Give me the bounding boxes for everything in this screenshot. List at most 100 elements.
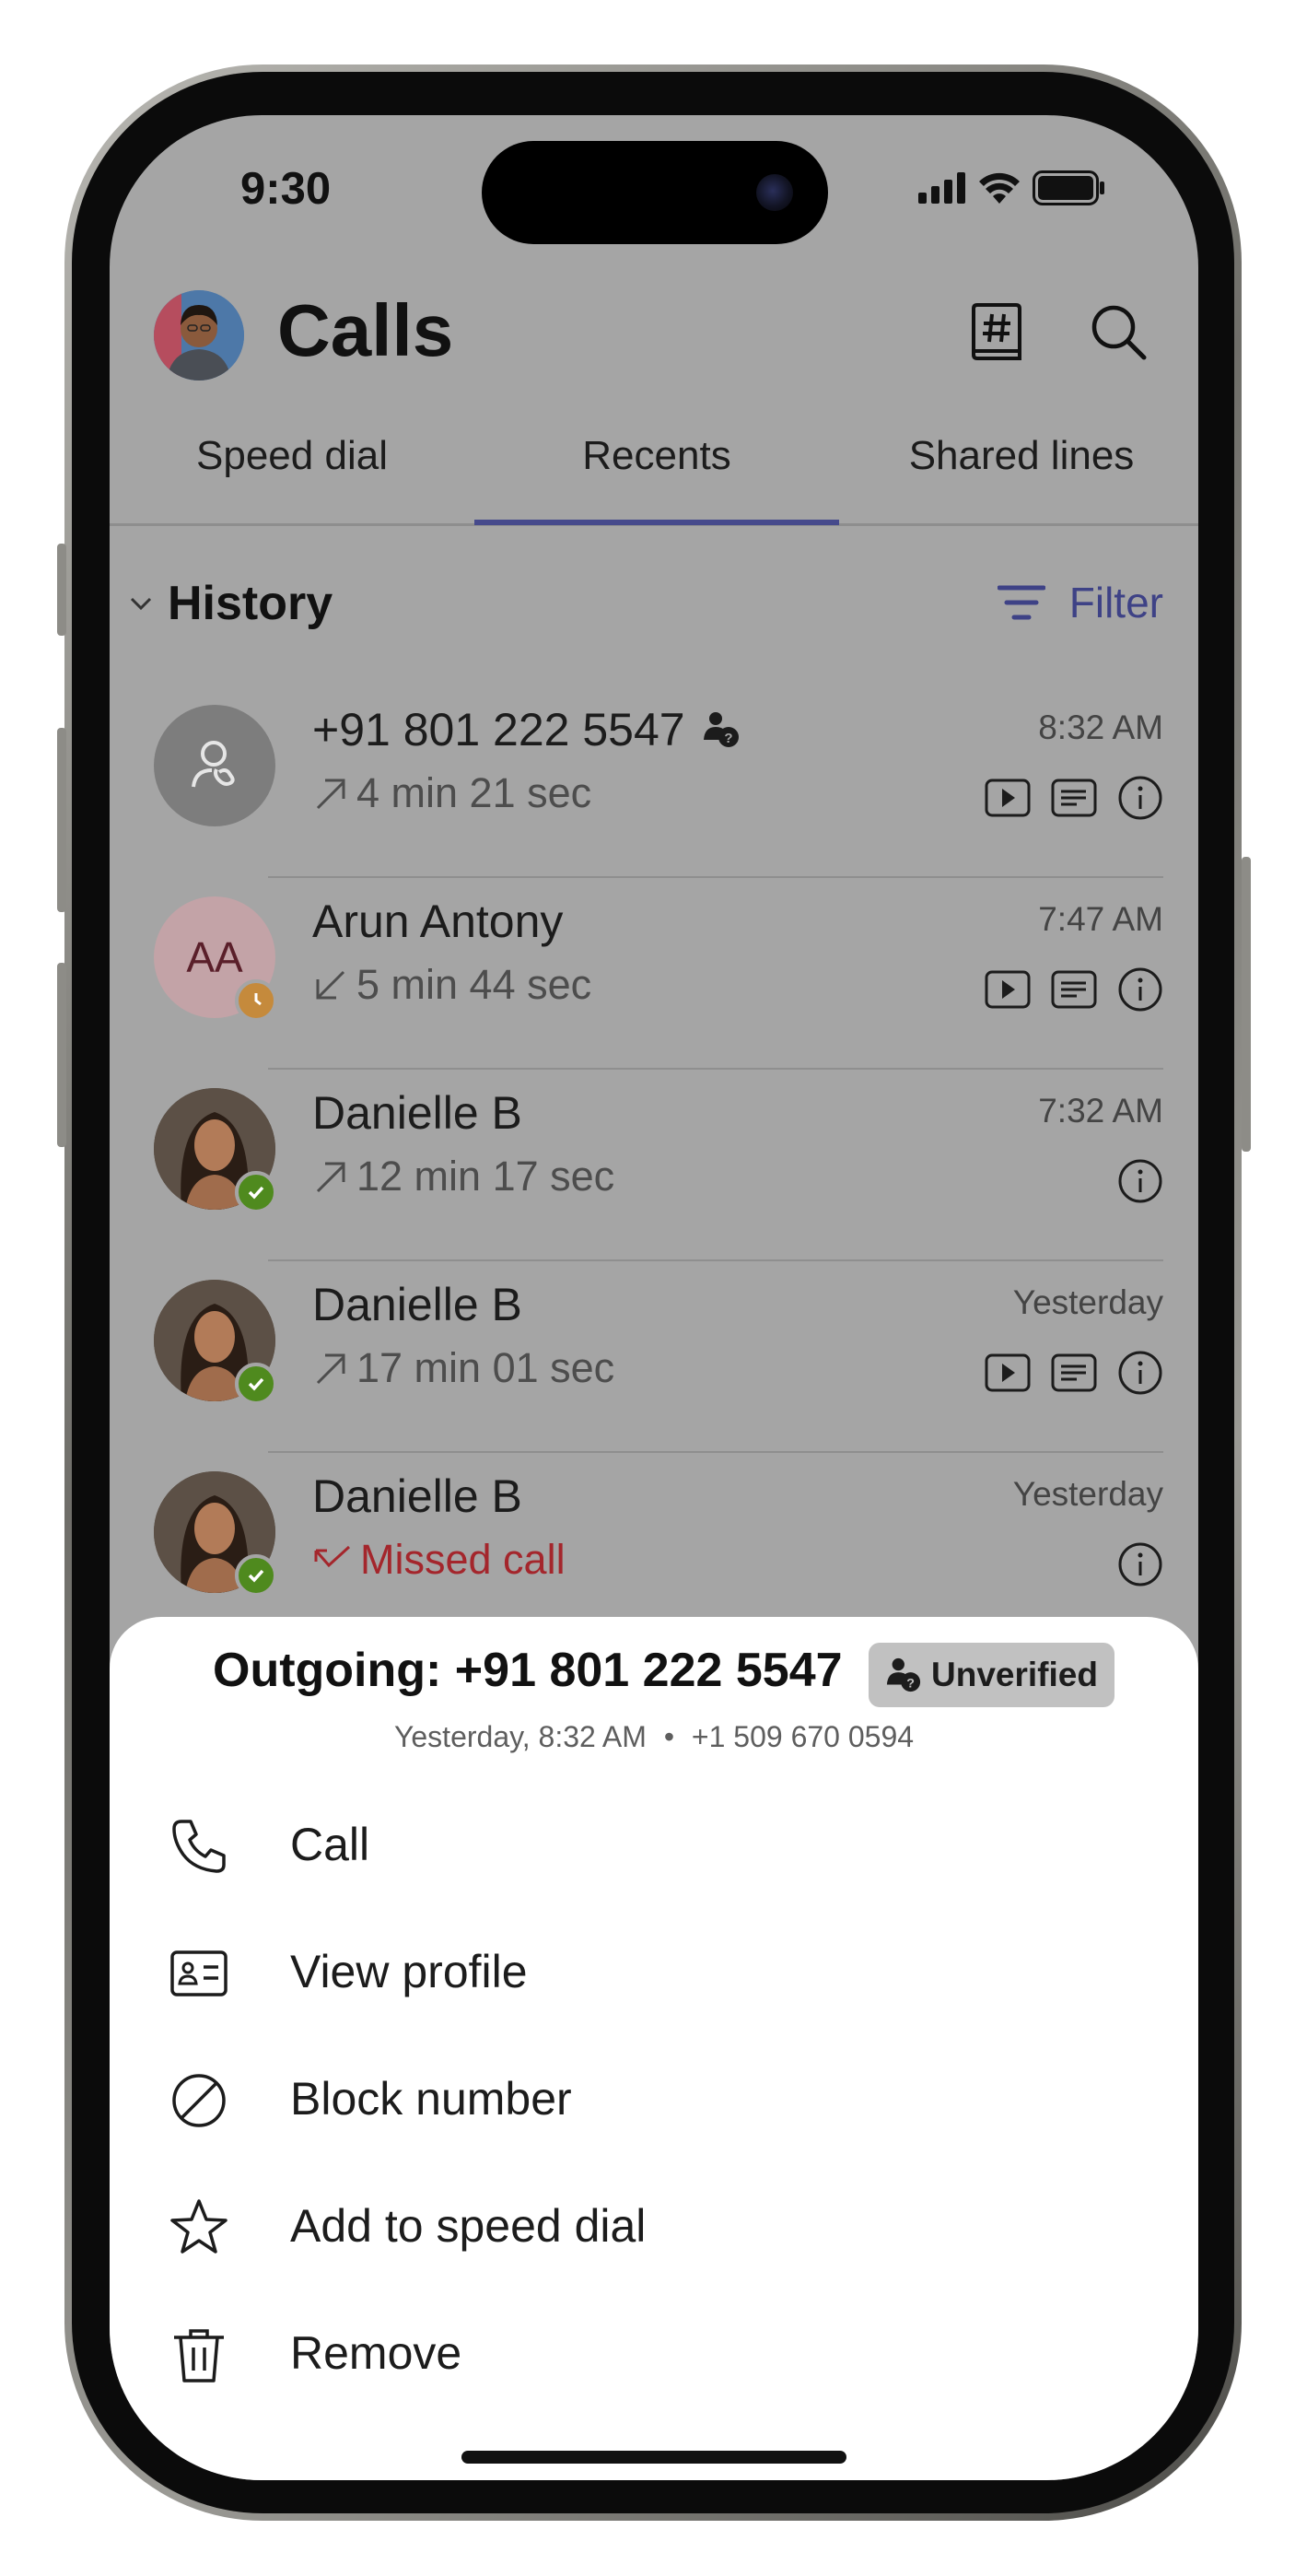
call-duration: 17 min 01 sec bbox=[356, 1344, 615, 1391]
call-time: 8:32 AM bbox=[1038, 708, 1163, 746]
menu-item-call[interactable]: Call bbox=[110, 1786, 1198, 1897]
menu-item-block-number[interactable]: Block number bbox=[110, 2041, 1198, 2151]
row-actions bbox=[985, 775, 1163, 821]
call-duration: 5 min 44 sec bbox=[356, 961, 592, 1008]
phone-person-icon bbox=[192, 741, 235, 788]
call-time: 7:47 AM bbox=[1038, 900, 1163, 938]
call-time: Yesterday bbox=[1012, 1475, 1163, 1513]
contact-name: Danielle B bbox=[312, 1087, 522, 1139]
incoming-arrow-icon bbox=[316, 970, 345, 1000]
row-actions bbox=[985, 966, 1163, 1013]
status-icons bbox=[918, 170, 1106, 205]
unverified-badge: ? Unverified bbox=[869, 1643, 1114, 1707]
dynamic-island bbox=[482, 141, 828, 244]
info-icon[interactable] bbox=[1117, 775, 1163, 821]
call-history-row[interactable]: AA Arun Antony 5 min 44 sec 7:47 AM bbox=[110, 878, 1198, 1070]
dialpad-hash-icon[interactable] bbox=[964, 299, 1029, 364]
presence-available-icon bbox=[235, 1171, 277, 1213]
info-icon[interactable] bbox=[1117, 1541, 1163, 1587]
contact-avatar bbox=[154, 705, 275, 826]
block-icon bbox=[172, 2074, 226, 2127]
tab-recents[interactable]: Recents bbox=[474, 433, 839, 479]
outgoing-arrow-icon bbox=[316, 1162, 345, 1193]
sheet-subtitle: Yesterday, 8:32 AM • +1 509 670 0594 bbox=[110, 1720, 1198, 1754]
volume-up-button bbox=[57, 728, 66, 912]
badge-label: Unverified bbox=[931, 1656, 1098, 1693]
call-detail: 17 min 01 sec bbox=[312, 1344, 614, 1392]
call-duration: 12 min 17 sec bbox=[356, 1153, 615, 1200]
contact-name: Danielle B bbox=[312, 1279, 522, 1330]
call-duration: 4 min 21 sec bbox=[356, 769, 592, 816]
phone-icon bbox=[172, 1820, 226, 1873]
history-heading[interactable]: History bbox=[168, 576, 333, 631]
trash-icon bbox=[174, 2329, 224, 2383]
filter-icon bbox=[997, 585, 1045, 620]
action-button bbox=[57, 544, 66, 636]
call-history-row[interactable]: Danielle B 17 min 01 sec Yesterday bbox=[110, 1261, 1198, 1453]
outgoing-arrow-icon bbox=[316, 779, 345, 810]
menu-item-add-speed-dial[interactable]: Add to speed dial bbox=[110, 2168, 1198, 2278]
signal-icon bbox=[918, 172, 965, 204]
contact-number: +91 801 222 5547 bbox=[312, 704, 685, 755]
menu-label: Block number bbox=[290, 2073, 572, 2125]
phone-screen: 9:30 Calls Speed dial Recents Shared lin… bbox=[110, 115, 1198, 2480]
call-detail: 5 min 44 sec bbox=[312, 961, 591, 1009]
call-time: 7:32 AM bbox=[1038, 1092, 1163, 1130]
search-icon[interactable] bbox=[1086, 299, 1150, 364]
row-actions bbox=[1117, 1158, 1163, 1204]
home-indicator[interactable] bbox=[461, 2451, 846, 2464]
row-actions bbox=[1117, 1541, 1163, 1587]
missed-call-label: Missed call bbox=[360, 1536, 566, 1583]
contact-name: Arun Antony bbox=[312, 896, 564, 947]
menu-item-remove[interactable]: Remove bbox=[110, 2295, 1198, 2406]
transcript-icon[interactable] bbox=[1051, 1353, 1097, 1392]
status-time: 9:30 bbox=[240, 164, 332, 214]
call-detail: 4 min 21 sec bbox=[312, 769, 591, 817]
star-icon bbox=[170, 2199, 228, 2254]
row-actions bbox=[985, 1350, 1163, 1396]
tab-speed-dial[interactable]: Speed dial bbox=[110, 433, 474, 479]
filter-button[interactable]: Filter bbox=[997, 578, 1163, 627]
menu-label: Remove bbox=[290, 2327, 462, 2379]
menu-label: Add to speed dial bbox=[290, 2200, 647, 2252]
call-history-row[interactable]: Danielle B 12 min 17 sec 7:32 AM bbox=[110, 1070, 1198, 1261]
sheet-title: Outgoing: +91 801 222 5547 bbox=[213, 1644, 843, 1697]
play-icon[interactable] bbox=[985, 970, 1031, 1009]
contact-card-icon bbox=[170, 1950, 228, 1996]
svg-text:?: ? bbox=[906, 1676, 915, 1691]
menu-label: Call bbox=[290, 1819, 370, 1870]
unverified-icon: ? bbox=[886, 1657, 921, 1692]
call-time: Yesterday bbox=[1012, 1283, 1163, 1321]
info-icon[interactable] bbox=[1117, 1350, 1163, 1396]
info-icon[interactable] bbox=[1117, 966, 1163, 1013]
tab-shared-lines[interactable]: Shared lines bbox=[839, 433, 1198, 479]
play-icon[interactable] bbox=[985, 779, 1031, 817]
filter-label: Filter bbox=[1068, 579, 1163, 626]
presence-available-icon bbox=[235, 1363, 277, 1405]
transcript-icon[interactable] bbox=[1051, 970, 1097, 1009]
call-detail: 12 min 17 sec bbox=[312, 1153, 614, 1200]
call-history-row[interactable]: Danielle B Missed call Yesterday bbox=[110, 1453, 1198, 1645]
chevron-down-icon[interactable] bbox=[128, 594, 154, 613]
unverified-icon: ? bbox=[703, 712, 739, 747]
menu-label: View profile bbox=[290, 1946, 528, 1997]
volume-down-button bbox=[57, 963, 66, 1147]
presence-available-icon bbox=[235, 1554, 277, 1597]
transcript-icon[interactable] bbox=[1051, 779, 1097, 817]
call-history-row[interactable]: +91 801 222 5547 ? 4 min 21 sec 8:32 AM bbox=[110, 686, 1198, 878]
call-detail: Missed call bbox=[312, 1536, 566, 1584]
play-icon[interactable] bbox=[985, 1353, 1031, 1392]
avatar-initials: AA bbox=[186, 933, 243, 981]
contact-name: Danielle B bbox=[312, 1470, 522, 1522]
menu-item-view-profile[interactable]: View profile bbox=[110, 1914, 1198, 2024]
presence-away-icon bbox=[235, 979, 277, 1022]
info-icon[interactable] bbox=[1117, 1158, 1163, 1204]
sheet-subtitle-time: Yesterday, 8:32 AM bbox=[393, 1720, 647, 1753]
bullet-separator: • bbox=[663, 1720, 675, 1753]
missed-call-icon bbox=[314, 1545, 351, 1568]
outgoing-arrow-icon bbox=[316, 1353, 345, 1385]
my-avatar[interactable] bbox=[154, 290, 244, 381]
sheet-subtitle-number: +1 509 670 0594 bbox=[691, 1720, 915, 1753]
svg-text:?: ? bbox=[724, 731, 732, 746]
tab-active-indicator bbox=[474, 520, 839, 525]
